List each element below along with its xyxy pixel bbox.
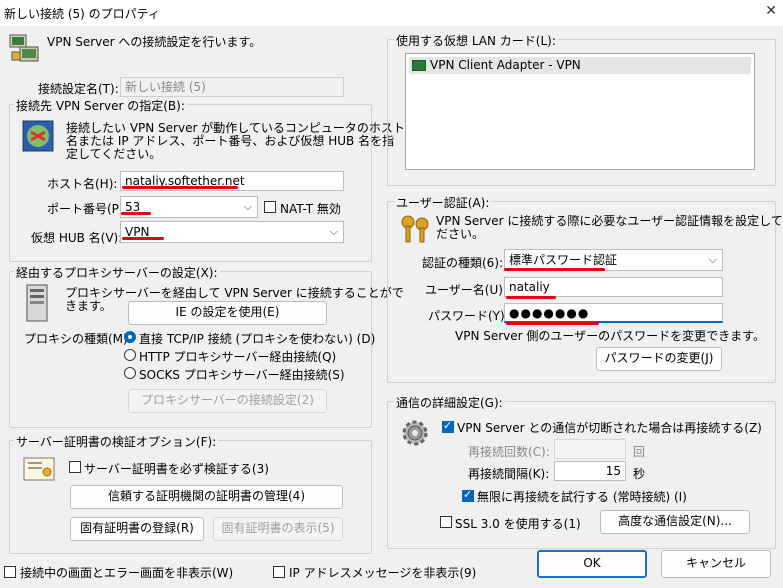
cert-group-legend: サーバー証明書の検証オプション(F):	[14, 433, 219, 450]
proxy-server-icon	[24, 284, 50, 322]
lan-card-item-label: VPN Client Adapter - VPN	[430, 58, 581, 72]
verify-cert-checkbox[interactable]	[69, 461, 81, 473]
chevron-down-icon: ⌵	[329, 225, 338, 238]
gear-icon	[399, 417, 431, 449]
register-cert-button[interactable]: 固有証明書の登録(R)	[70, 517, 204, 541]
auth-group-legend: ユーザー認証(A):	[394, 194, 492, 211]
ok-button[interactable]: OK	[537, 550, 647, 578]
server-group-legend: 接続先 VPN Server の指定(B):	[14, 97, 187, 114]
host-label: ホスト名(H):	[47, 177, 118, 191]
ssl3-label: SSL 3.0 を使用する(1)	[455, 517, 581, 531]
proxy-desc-line1: プロキシサーバーを経由して VPN Server に接続することがで	[65, 286, 404, 300]
title-bar: 新しい接続 (5) のプロパティ ✕	[0, 0, 783, 26]
proxy-socks-label: SOCKS プロキシサーバー経由接続(S)	[139, 368, 345, 382]
proxy-type-label: プロキシの種類(M):	[24, 332, 132, 346]
connection-name-label: 接続設定名(T):	[38, 82, 119, 96]
hide-status-checkbox[interactable]	[4, 566, 16, 578]
hide-ip-label: IP アドレスメッセージを非表示(9)	[289, 566, 477, 580]
proxy-group-legend: 経由するプロキシサーバーの設定(X):	[14, 264, 220, 281]
username-field[interactable]: nataliy	[504, 277, 723, 297]
proxy-direct-radio[interactable]	[124, 331, 136, 343]
reconnect-checkbox[interactable]	[442, 419, 454, 433]
hide-status-label: 接続中の画面とエラー画面を非表示(W)	[20, 566, 234, 580]
server-globe-icon	[22, 120, 54, 152]
annotation-underline	[122, 186, 238, 189]
ssl3-checkbox[interactable]	[440, 516, 452, 528]
cancel-button[interactable]: キャンセル	[661, 550, 771, 578]
lan-group-legend: 使用する仮想 LAN カード(L):	[394, 32, 558, 49]
password-note: VPN Server 側のユーザーのパスワードを変更できます。	[455, 329, 765, 343]
retry-interval-unit: 秒	[633, 467, 646, 481]
natt-label: NAT-T 無効	[280, 202, 341, 216]
auth-type-label: 認証の種類(6):	[422, 256, 504, 270]
annotation-underline	[506, 296, 556, 299]
retry-interval-label: 再接続間隔(K):	[468, 467, 550, 481]
vpn-computers-icon	[8, 32, 40, 64]
retry-count-field[interactable]	[554, 439, 626, 459]
natt-checkbox[interactable]	[264, 201, 276, 213]
chevron-down-icon: ⌵	[708, 253, 717, 266]
annotation-underline	[506, 322, 599, 325]
server-desc-line3: 定してください。	[66, 147, 162, 161]
auth-desc-line2: ださい。	[436, 227, 485, 241]
hide-ip-checkbox[interactable]	[273, 566, 285, 578]
annotation-underline	[122, 237, 164, 240]
retry-count-label: 再接続回数(C):	[468, 445, 550, 459]
proxy-http-radio[interactable]	[124, 349, 136, 361]
auth-type-value: 標準パスワード認証	[509, 253, 618, 267]
keys-icon	[398, 212, 432, 246]
chevron-down-icon: ⌵	[243, 200, 252, 213]
proxy-socks-radio[interactable]	[124, 367, 136, 379]
annotation-underline	[504, 268, 605, 271]
window-title: 新しい接続 (5) のプロパティ	[4, 7, 160, 21]
list-item[interactable]: VPN Client Adapter - VPN	[409, 57, 751, 74]
proxy-settings-button[interactable]: プロキシサーバーの接続設定(2)	[128, 389, 327, 413]
auth-desc-line1: VPN Server に接続する際に必要なユーザー認証情報を設定してく	[436, 214, 783, 228]
network-card-icon	[412, 60, 426, 71]
username-label: ユーザー名(U):	[425, 283, 507, 297]
trusted-ca-button[interactable]: 信頼する証明機関の証明書の管理(4)	[70, 485, 343, 509]
proxy-http-label: HTTP プロキシサーバー経由接続(Q)	[139, 350, 337, 364]
infinite-retry-checkbox[interactable]	[462, 488, 474, 502]
close-icon[interactable]: ✕	[765, 3, 777, 19]
password-label: パスワード(Y):	[428, 309, 509, 323]
adv-group-legend: 通信の詳細設定(G):	[394, 394, 505, 411]
infinite-retry-label: 無限に再接続を試行する (常時接続) (I)	[477, 490, 687, 504]
change-password-button[interactable]: パスワードの変更(J)	[596, 347, 722, 371]
password-field[interactable]: ●●●●●●●	[504, 303, 723, 323]
proxy-direct-label: 直接 TCP/IP 接続 (プロキシを使わない) (D)	[139, 332, 376, 346]
certificate-icon	[23, 457, 55, 481]
lan-card-list[interactable]: VPN Client Adapter - VPN	[405, 53, 755, 170]
show-cert-button[interactable]: 固有証明書の表示(5)	[213, 517, 343, 541]
retry-interval-field[interactable]: 15	[554, 461, 626, 481]
hub-label: 仮想 HUB 名(V):	[31, 231, 123, 245]
header-text: VPN Server への接続設定を行います。	[47, 35, 262, 49]
ie-settings-button[interactable]: IE の設定を使用(E)	[128, 301, 327, 325]
proxy-desc-line2: きます。	[65, 299, 112, 313]
connection-name-field[interactable]: 新しい接続 (5)	[120, 77, 344, 97]
port-label: ポート番号(P):	[47, 202, 128, 216]
annotation-underline	[121, 212, 151, 215]
verify-cert-label: サーバー証明書を必ず検証する(3)	[84, 462, 269, 476]
advanced-settings-button[interactable]: 高度な通信設定(N)...	[600, 510, 750, 534]
retry-count-unit: 回	[633, 445, 646, 459]
reconnect-label: VPN Server との通信が切断された場合は再接続する(Z)	[457, 421, 762, 435]
